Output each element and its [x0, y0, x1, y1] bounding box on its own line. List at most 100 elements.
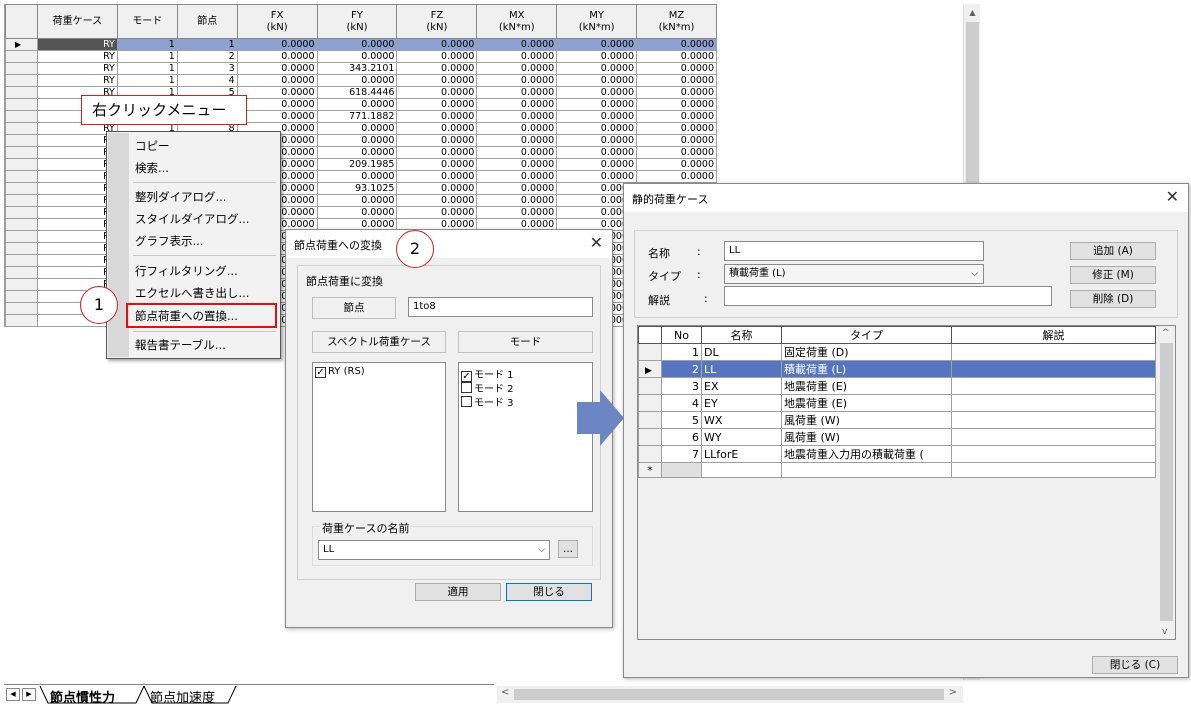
table-cell[interactable]: 0.0000	[316, 146, 398, 159]
close-icon[interactable]: ✕	[1166, 187, 1179, 206]
table-cell[interactable]: 0.0000	[476, 158, 558, 171]
row-header[interactable]	[638, 411, 662, 429]
table-cell[interactable]: 風荷重 (W)	[781, 428, 952, 446]
table-cell[interactable]: 0.0000	[556, 98, 638, 111]
table-cell[interactable]: 0.0000	[556, 134, 638, 147]
mode-list[interactable]: ✓ モード 1 モード 2 モード 3	[458, 362, 593, 512]
table-cell[interactable]	[951, 360, 1156, 378]
row-header[interactable]	[638, 377, 662, 395]
table-cell[interactable]: 0.0000	[636, 50, 717, 63]
load-case-table[interactable]: No 名称 タイプ 解説 1 DL 固定荷重 (D) ▶ 2 LL 積載荷重 (L) 3 EX 地震荷重…	[637, 325, 1176, 640]
mode-item-3[interactable]: モード 3	[461, 394, 514, 409]
column-header[interactable]: MY (kN*m)	[556, 4, 638, 39]
hscroll-thumb[interactable]	[514, 689, 944, 700]
table-cell[interactable]: 343.2101	[316, 62, 398, 75]
table-cell[interactable]: RY	[36, 74, 118, 87]
menu-item-row-filter[interactable]: 行フィルタリング...	[135, 263, 238, 279]
table-cell[interactable]: 0.0000	[316, 50, 398, 63]
table-cell[interactable]: 0.0000	[396, 170, 478, 183]
modify-button[interactable]: 修正 (M)	[1070, 266, 1156, 284]
table-cell[interactable]: 地震荷重 (E)	[781, 394, 952, 412]
table-cell[interactable]: 0.0000	[476, 74, 558, 87]
table-cell[interactable]: 0.0000	[396, 86, 478, 99]
column-header[interactable]: モード	[116, 4, 178, 39]
new-table-row[interactable]: *	[638, 462, 1156, 478]
table-cell[interactable]: 0.0000	[636, 170, 717, 183]
table-cell[interactable]: 209.1985	[316, 158, 398, 171]
column-header[interactable]: 名称	[701, 326, 782, 344]
row-header[interactable]	[5, 110, 38, 123]
table-cell[interactable]: 0.0000	[476, 110, 558, 123]
table-cell[interactable]: 1	[116, 74, 178, 87]
table-cell[interactable]: 0.0000	[396, 38, 478, 51]
row-header[interactable]	[5, 218, 38, 231]
table-cell[interactable]: LLforE	[701, 445, 782, 463]
table-cell[interactable]: EY	[701, 394, 782, 412]
table-cell[interactable]: LL	[701, 360, 782, 378]
column-header[interactable]: MX (kN*m)	[476, 4, 558, 39]
description-input[interactable]	[724, 286, 1052, 306]
table-cell[interactable]	[951, 445, 1156, 463]
scroll-right-icon[interactable]: >	[949, 687, 957, 698]
row-header[interactable]	[5, 302, 38, 315]
table-cell[interactable]: 618.4446	[316, 86, 398, 99]
table-row[interactable]: 5 WX 風荷重 (W)	[638, 411, 1156, 429]
table-cell[interactable]: 0.0000	[316, 122, 398, 135]
horizontal-scrollbar[interactable]: < >	[497, 686, 963, 703]
row-header[interactable]	[638, 428, 662, 446]
table-row[interactable]: 7 LLforE 地震荷重入力用の積載荷重 (	[638, 445, 1156, 463]
table-cell[interactable]: 0.0000	[236, 62, 318, 75]
table-cell[interactable]: 0.0000	[556, 122, 638, 135]
tab-node-inertia[interactable]: 節点慣性力	[50, 687, 115, 706]
checked-checkbox-icon[interactable]: ✓	[315, 367, 326, 378]
row-header[interactable]	[5, 50, 38, 63]
table-row[interactable]: RY 1 3 0.0000 343.2101 0.0000 0.0000 0.0000 0.00…	[5, 62, 717, 75]
table-cell[interactable]: 0.0000	[636, 134, 717, 147]
row-header[interactable]	[5, 230, 38, 243]
table-cell[interactable]: WX	[701, 411, 782, 429]
spectrum-item-ry[interactable]: ✓ RY (RS)	[315, 366, 365, 378]
table-cell[interactable]: 0.0000	[476, 206, 558, 219]
table-cell[interactable]: 93.1025	[316, 182, 398, 195]
table-cell[interactable]: 0.0000	[396, 134, 478, 147]
table-cell[interactable]	[701, 462, 782, 478]
close-button[interactable]: 閉じる (C)	[1092, 656, 1178, 674]
row-header[interactable]	[5, 170, 38, 183]
column-header[interactable]: FZ (kN)	[396, 4, 478, 39]
row-header[interactable]	[5, 266, 38, 279]
table-cell[interactable]: 7	[661, 445, 702, 463]
row-header[interactable]	[5, 146, 38, 159]
table-cell[interactable]: 0.0000	[556, 50, 638, 63]
column-header[interactable]: タイプ	[781, 326, 952, 344]
column-header[interactable]: FX (kN)	[236, 4, 318, 39]
table-cell[interactable]: 0.0000	[316, 134, 398, 147]
table-cell[interactable]: 0.0000	[476, 134, 558, 147]
table-vertical-scrollbar[interactable]: ^ v	[1158, 326, 1175, 639]
node-input[interactable]: 1to8	[408, 297, 593, 317]
table-cell[interactable]: 0.0000	[476, 146, 558, 159]
table-cell[interactable]: 0.0000	[236, 110, 318, 123]
table-cell[interactable]: RY	[36, 38, 118, 51]
column-header[interactable]: MZ (kN*m)	[636, 4, 717, 39]
table-cell[interactable]: 0.0000	[556, 158, 638, 171]
row-header[interactable]	[5, 182, 38, 195]
table-cell[interactable]: 0.0000	[396, 182, 478, 195]
table-cell[interactable]: 0.0000	[556, 146, 638, 159]
row-header[interactable]	[5, 74, 38, 87]
table-cell[interactable]: WY	[701, 428, 782, 446]
row-header[interactable]: ▶	[638, 360, 662, 378]
table-cell[interactable]: 0.0000	[396, 206, 478, 219]
row-header[interactable]	[5, 314, 38, 327]
table-cell[interactable]: 0.0000	[636, 158, 717, 171]
row-header[interactable]	[638, 445, 662, 463]
spectrum-list[interactable]: ✓ RY (RS)	[312, 362, 446, 512]
row-header[interactable]	[5, 194, 38, 207]
table-cell[interactable]: 5	[661, 411, 702, 429]
table-cell[interactable]: 0.0000	[316, 206, 398, 219]
checkbox-icon[interactable]	[461, 382, 472, 393]
table-cell[interactable]: 0.0000	[476, 86, 558, 99]
row-header[interactable]	[5, 278, 38, 291]
table-cell[interactable]: 0.0000	[396, 110, 478, 123]
table-cell[interactable]: 0.0000	[636, 122, 717, 135]
table-cell[interactable]: 0.0000	[636, 98, 717, 111]
